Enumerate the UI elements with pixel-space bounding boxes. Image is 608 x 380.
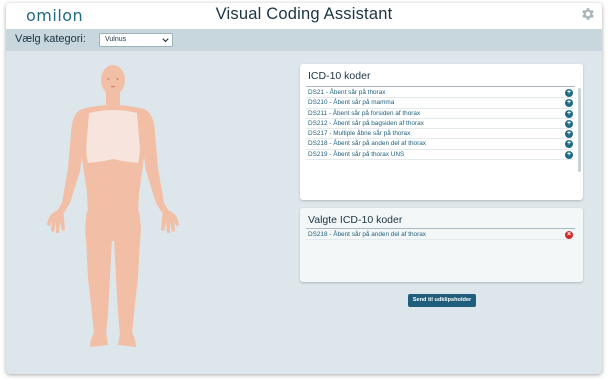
selected-codes-list: DS218 - Åbent sår på anden del af thorax…: [306, 230, 573, 241]
selected-panel-title: Valgte ICD-10 koder: [308, 214, 403, 226]
app-window: omilon Visual Coding Assistant Vælg kate…: [6, 3, 602, 374]
gear-icon[interactable]: [580, 6, 596, 22]
header: omilon Visual Coding Assistant: [6, 3, 602, 29]
body-figure: [47, 65, 179, 347]
code-label: DS212 - Åbent sår på bagsiden af thorax: [308, 119, 424, 127]
list-item[interactable]: DS218 - Åbent sår på anden del af thorax…: [306, 139, 573, 150]
list-item[interactable]: DS211 - Åbent sår på forsiden af thorax …: [306, 109, 573, 119]
list-item[interactable]: DS21 - Åbent sår på thorax +: [306, 88, 573, 99]
scrollbar[interactable]: [578, 88, 581, 172]
list-item[interactable]: DS217 - Multiple åbne sår på thorax +: [306, 129, 573, 140]
divider: [306, 228, 575, 229]
code-label: DS218 - Åbent sår på anden del af thorax: [308, 140, 426, 148]
page-title: Visual Coding Assistant: [215, 5, 393, 23]
selected-codes-panel: Valgte ICD-10 koder DS218 - Åbent sår på…: [300, 208, 583, 282]
category-selected-value: Vulnus: [105, 36, 127, 43]
code-label: DS21 - Åbent sår på thorax: [308, 89, 386, 96]
category-select[interactable]: Vulnus: [99, 33, 173, 47]
add-icon[interactable]: +: [565, 109, 573, 118]
body-silhouette[interactable]: [47, 65, 179, 347]
add-icon[interactable]: +: [565, 150, 573, 159]
add-icon[interactable]: +: [565, 140, 573, 149]
codes-panel: ICD-10 koder DS21 - Åbent sår på thorax …: [300, 64, 583, 200]
list-item[interactable]: DS219 - Åbent sår på thorax UNS +: [306, 150, 573, 161]
add-icon[interactable]: +: [565, 130, 573, 139]
add-icon[interactable]: +: [565, 119, 573, 128]
add-icon[interactable]: +: [565, 99, 573, 108]
code-label: DS211 - Åbent sår på forsiden af thorax: [308, 109, 421, 117]
add-icon[interactable]: +: [565, 89, 573, 97]
divider: [306, 86, 575, 87]
chevron-down-icon: [162, 38, 169, 43]
code-label: DS210 - Åbent sår på mamma: [308, 99, 395, 107]
codes-list: DS21 - Åbent sår på thorax + DS210 - Åbe…: [306, 88, 573, 161]
list-item[interactable]: DS212 - Åbent sår på bagsiden af thorax …: [306, 119, 573, 130]
list-item[interactable]: DS210 - Åbent sår på mamma +: [306, 98, 573, 109]
thorax-highlight[interactable]: [86, 110, 140, 163]
code-label: DS217 - Multiple åbne sår på thorax: [308, 130, 411, 138]
category-label: Vælg kategori:: [15, 33, 86, 45]
remove-icon[interactable]: ×: [565, 231, 573, 239]
codes-panel-title: ICD-10 koder: [308, 70, 371, 82]
category-bar: Vælg kategori: Vulnus: [6, 29, 602, 51]
list-item[interactable]: DS218 - Åbent sår på anden del af thorax…: [306, 230, 573, 241]
code-label: DS219 - Åbent sår på thorax UNS: [308, 150, 405, 158]
send-to-clipboard-button[interactable]: Send til udklipsholder: [408, 294, 476, 307]
selected-code-label: DS218 - Åbent sår på anden del af thorax: [308, 231, 426, 238]
